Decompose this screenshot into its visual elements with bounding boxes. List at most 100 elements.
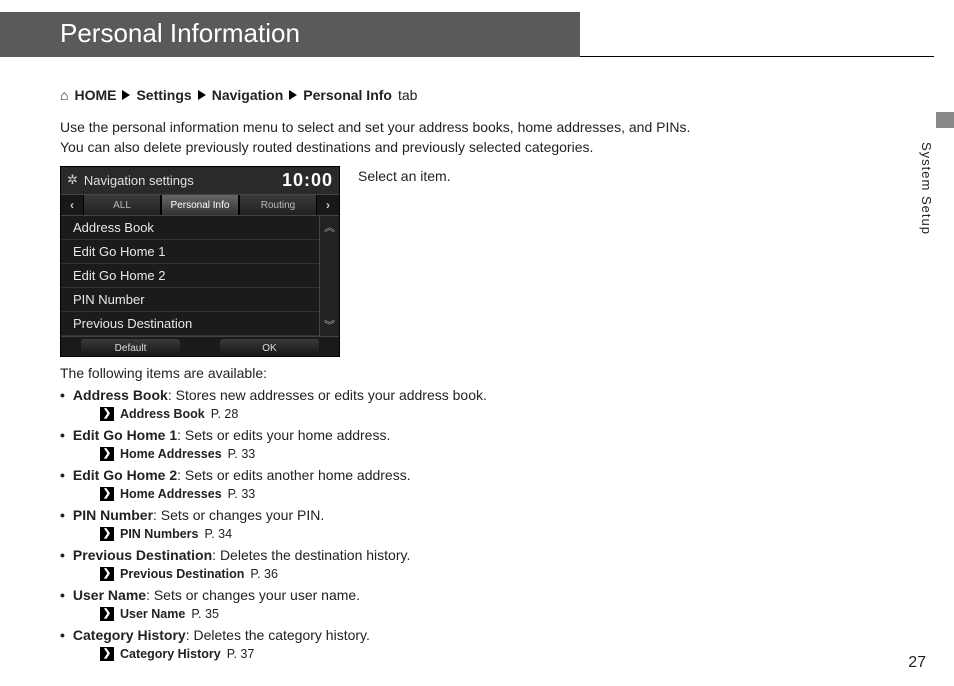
tab-right-arrow[interactable]: › [317, 198, 339, 212]
item-entry: • User Name : Sets or changes your user na… [60, 587, 710, 621]
bullet-icon: • [60, 427, 65, 443]
device-bottom-bar: Default OK [61, 336, 339, 356]
item-name: Previous Destination [73, 547, 212, 563]
xref-name: User Name [120, 607, 185, 621]
item-desc: : Sets or changes your PIN. [153, 507, 324, 523]
item-name: Address Book [73, 387, 168, 403]
item-entry: •Category History: Deletes the category … [60, 627, 710, 661]
list-item[interactable]: PIN Number [61, 288, 319, 312]
available-intro: The following items are available: [60, 365, 710, 381]
xref-page: P. 28 [211, 407, 239, 421]
bullet-icon: • [60, 507, 65, 523]
item-line: • Previous Destination: Deletes the desti… [60, 547, 710, 563]
bullet-icon: • [60, 467, 65, 483]
list-item[interactable]: Edit Go Home 1 [61, 240, 319, 264]
item-name: Category History [73, 627, 186, 643]
device-clock: 10:00 [282, 170, 333, 191]
xref-icon: ❯ [100, 407, 114, 421]
scroll-down-icon[interactable]: ︾ [320, 314, 339, 336]
items-list: •Address Book: Stores new addresses or e… [60, 387, 710, 661]
device-tabs: ‹ ALL Personal Info Routing › [61, 194, 339, 216]
item-entry: • Edit Go Home 2: Sets or edits another h… [60, 467, 710, 501]
item-line: •User Name: Sets or changes your user na… [60, 587, 710, 603]
instruction-text: Select an item. [358, 166, 451, 357]
bullet-icon: • [60, 387, 65, 403]
xref-icon: ❯ [100, 567, 114, 581]
xref-name: PIN Numbers [120, 527, 199, 541]
default-button[interactable]: Default [81, 339, 180, 354]
bullet-icon: • [60, 547, 65, 563]
item-line: • Edit Go Home 2: Sets or edits another h… [60, 467, 710, 483]
xref-name: Category History [120, 647, 221, 661]
item-line: • Edit Go Home 1: Sets or edits your home… [60, 427, 710, 443]
item-line: • PIN Number: Sets or changes your PIN. [60, 507, 710, 523]
item-text: PIN Number: Sets or changes your PIN. [73, 507, 324, 523]
item-desc: : Sets or edits another home address. [177, 467, 410, 483]
item-desc: : Stores new addresses or edits your add… [168, 387, 487, 403]
tab-left-arrow[interactable]: ‹ [61, 198, 83, 212]
cross-reference: ❯Home AddressesP. 33 [100, 447, 710, 461]
cross-reference: ❯Previous DestinationP. 36 [100, 567, 710, 581]
list-item[interactable]: Edit Go Home 2 [61, 264, 319, 288]
gear-icon: ✲ [67, 172, 78, 188]
item-entry: • Edit Go Home 1: Sets or edits your home… [60, 427, 710, 461]
side-section-label: System Setup [919, 142, 934, 235]
xref-icon: ❯ [100, 607, 114, 621]
breadcrumb-home: HOME [74, 87, 116, 103]
item-name: Edit Go Home 2 [73, 467, 177, 483]
item-text: Category History: Deletes the category h… [73, 627, 370, 643]
screenshot-row: ✲ Navigation settings 10:00 ‹ ALL Person… [60, 166, 710, 357]
list-item[interactable]: Previous Destination [61, 312, 319, 336]
list-item[interactable]: Address Book [61, 216, 319, 240]
header-bar: Personal Information [0, 12, 954, 57]
tab-personal-info[interactable]: Personal Info [161, 195, 239, 215]
xref-name: Home Addresses [120, 487, 222, 501]
xref-name: Previous Destination [120, 567, 244, 581]
cross-reference: ❯Home AddressesP. 33 [100, 487, 710, 501]
bullet-icon: • [60, 627, 65, 643]
item-desc: : Sets or edits your home address. [177, 427, 390, 443]
bullet-icon: • [60, 587, 65, 603]
breadcrumb-navigation: Navigation [212, 87, 284, 103]
xref-page: P. 34 [205, 527, 233, 541]
intro-text: Use the personal information menu to sel… [60, 117, 710, 158]
item-text: Edit Go Home 2: Sets or edits another ho… [73, 467, 411, 483]
ok-button[interactable]: OK [220, 339, 319, 354]
xref-name: Address Book [120, 407, 205, 421]
device-titlebar: ✲ Navigation settings 10:00 [61, 167, 339, 194]
item-desc: : Deletes the category history. [186, 627, 370, 643]
device-list-wrap: Address Book Edit Go Home 1 Edit Go Home… [61, 216, 339, 336]
item-name: PIN Number [73, 507, 153, 523]
scroll-up-icon[interactable]: ︽ [320, 216, 339, 238]
cross-reference: ❯ Address Book P. 28 [100, 407, 710, 421]
tab-routing[interactable]: Routing [239, 195, 317, 215]
item-entry: • PIN Number: Sets or changes your PIN. ❯ P… [60, 507, 710, 541]
xref-icon: ❯ [100, 487, 114, 501]
breadcrumb-settings: Settings [136, 87, 191, 103]
device-scrollbar[interactable]: ︽ ︾ [319, 216, 339, 336]
chevron-right-icon [122, 90, 130, 100]
item-entry: •Address Book: Stores new addresses or e… [60, 387, 710, 421]
chevron-right-icon [289, 90, 297, 100]
breadcrumb: ⌂ HOME Settings Navigation Personal Info… [60, 87, 710, 103]
item-line: • Category History: Deletes the category … [60, 627, 710, 643]
device-title: Navigation settings [84, 173, 282, 188]
content: ⌂ HOME Settings Navigation Personal Info… [0, 57, 770, 661]
xref-page: P. 35 [191, 607, 219, 621]
breadcrumb-suffix: tab [398, 87, 417, 103]
xref-page: P. 33 [228, 447, 256, 461]
device-list: Address Book Edit Go Home 1 Edit Go Home… [61, 216, 319, 336]
item-text: Edit Go Home 1: Sets or edits your home … [73, 427, 390, 443]
side-tab-marker [936, 112, 954, 128]
cross-reference: ❯Category HistoryP. 37 [100, 647, 710, 661]
item-entry: • Previous Destination: Deletes the desti… [60, 547, 710, 581]
tab-all[interactable]: ALL [83, 195, 161, 215]
item-desc: : Sets or changes your user name. [146, 587, 360, 603]
page-number: 27 [908, 654, 926, 672]
cross-reference: ❯ User Name P. 35 [100, 607, 710, 621]
page-title: Personal Information [0, 12, 580, 57]
device-screenshot: ✲ Navigation settings 10:00 ‹ ALL Person… [60, 166, 340, 357]
item-name: Edit Go Home 1 [73, 427, 177, 443]
xref-icon: ❯ [100, 527, 114, 541]
item-text: Previous Destination: Deletes the destin… [73, 547, 410, 563]
